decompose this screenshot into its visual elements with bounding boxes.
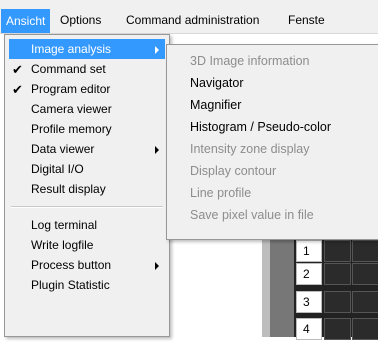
background-panel [175, 240, 262, 337]
background-strip [270, 236, 294, 337]
table-row: 4 [294, 318, 378, 342]
table-cell[interactable] [352, 291, 378, 313]
table-cell[interactable] [324, 240, 351, 262]
menu-item-label: Result display [31, 182, 106, 196]
menu-item-label: Data viewer [31, 142, 95, 156]
table-row: 1 [294, 240, 378, 264]
menu-ansicht[interactable]: Ansicht [1, 9, 51, 33]
menu-item-data-viewer[interactable]: Data viewer [9, 139, 165, 160]
menu-item-label: Write logfile [31, 238, 94, 252]
submenu-arrow-icon [155, 262, 159, 270]
table-cell[interactable] [324, 263, 351, 285]
submenu-item-save-pixel-value[interactable]: Save pixel value in file [190, 205, 314, 226]
menu-item-label: Profile memory [31, 122, 112, 136]
menu-command-administration[interactable]: Command administration [121, 10, 264, 30]
table-cell[interactable] [352, 263, 378, 285]
menu-item-image-analysis[interactable]: Image analysis [9, 39, 165, 59]
checkmark-icon: ✔ [12, 82, 23, 97]
menu-item-label: Plugin Statistic [31, 278, 110, 292]
menu-item-process-button[interactable]: Process button [9, 255, 165, 276]
submenu-item-3d-image-information[interactable]: 3D Image information [190, 51, 310, 72]
checkmark-icon: ✔ [12, 62, 23, 77]
submenu-item-intensity-zone-display[interactable]: Intensity zone display [190, 139, 310, 160]
submenu-arrow-icon [155, 46, 159, 54]
submenu-arrow-icon [155, 146, 159, 154]
menu-separator [11, 206, 163, 208]
image-analysis-submenu: 3D Image information Navigator Magnifier… [166, 44, 378, 240]
submenu-item-line-profile[interactable]: Line profile [190, 183, 251, 204]
row-number: 3 [296, 291, 322, 313]
row-number: 1 [296, 240, 322, 262]
menu-item-label: Program editor [31, 82, 111, 96]
submenu-item-display-contour[interactable]: Display contour [190, 161, 276, 182]
table-cell[interactable] [352, 240, 378, 262]
table-row: 3 [294, 291, 378, 315]
submenu-item-magnifier[interactable]: Magnifier [190, 95, 241, 116]
menu-item-write-logfile[interactable]: Write logfile [9, 235, 165, 256]
menu-item-program-editor[interactable]: ✔ Program editor [9, 79, 165, 100]
menu-item-label: Image analysis [31, 42, 112, 56]
menu-item-camera-viewer[interactable]: Camera viewer [9, 99, 165, 120]
menu-item-plugin-statistic[interactable]: Plugin Statistic [9, 275, 165, 296]
menu-item-result-display[interactable]: Result display [9, 179, 165, 200]
table-cell[interactable] [324, 291, 351, 313]
menu-options[interactable]: Options [55, 10, 106, 30]
data-grid: 1 2 3 4 [294, 236, 378, 340]
menu-item-command-set[interactable]: ✔ Command set [9, 59, 165, 80]
menu-item-label: Log terminal [31, 218, 98, 232]
table-row: 2 [294, 263, 378, 287]
menu-item-profile-memory[interactable]: Profile memory [9, 119, 165, 140]
menu-item-label: Command set [31, 62, 106, 76]
menu-item-label: Digital I/O [31, 162, 84, 176]
menu-bar: Ansicht Options Command administration F… [0, 0, 378, 34]
menu-item-log-terminal[interactable]: Log terminal [9, 215, 165, 236]
ansicht-dropdown-menu: Image analysis ✔ Command set ✔ Program e… [4, 34, 170, 337]
submenu-item-navigator[interactable]: Navigator [190, 73, 244, 94]
background-divider [262, 236, 270, 337]
menu-item-label: Process button [31, 258, 112, 272]
menu-item-label: Camera viewer [31, 102, 112, 116]
menu-item-digital-io[interactable]: Digital I/O [9, 159, 165, 180]
submenu-item-histogram-pseudo-color[interactable]: Histogram / Pseudo-color [190, 117, 331, 138]
menu-fenster[interactable]: Fenste [283, 10, 330, 30]
row-number: 2 [296, 263, 322, 285]
